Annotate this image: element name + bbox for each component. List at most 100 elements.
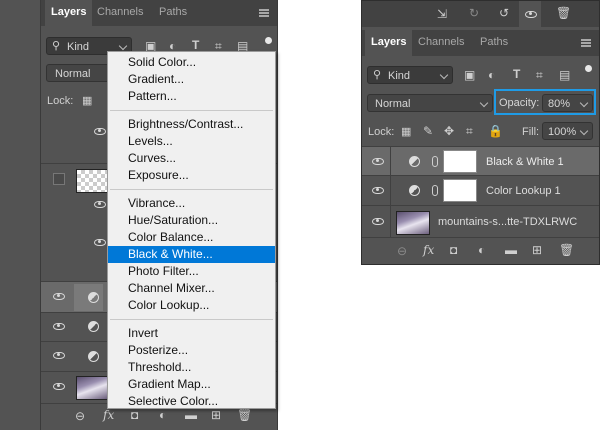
panel-menu-icon[interactable]: [259, 9, 269, 17]
chevron-down-icon: [439, 70, 449, 80]
visibility-eye-icon[interactable]: [94, 239, 106, 246]
adjustment-layer-menu: Solid Color... Gradient... Pattern... Br…: [107, 51, 276, 409]
chevron-down-icon: [118, 41, 128, 51]
link-layers-icon[interactable]: ⊖: [397, 244, 407, 258]
menu-item-gradient[interactable]: Gradient...: [108, 71, 275, 88]
visibility-eye-icon[interactable]: [372, 158, 384, 165]
tab-channels[interactable]: Channels: [412, 30, 470, 56]
fx-icon[interactable]: fx: [423, 243, 434, 257]
visibility-eye-icon[interactable]: [372, 218, 384, 225]
shape-filter-icon[interactable]: ⌗: [536, 68, 543, 82]
layer-comp-icon[interactable]: ⇲: [437, 7, 447, 21]
tab-channels[interactable]: Channels: [91, 0, 149, 26]
kind-filter-select[interactable]: ⚲ Kind: [367, 66, 453, 84]
blend-mode-select[interactable]: Normal: [367, 94, 493, 112]
layer-thumbnail: [76, 376, 108, 400]
lock-label: Lock:: [47, 95, 74, 107]
layer-name[interactable]: mountains-s...tte-TDXLRWC: [438, 216, 577, 228]
add-mask-icon[interactable]: ◘: [450, 243, 457, 257]
search-icon: ⚲: [52, 40, 61, 52]
opacity-highlight-outline: [494, 89, 596, 115]
new-layer-icon[interactable]: ⊞: [211, 408, 221, 422]
type-filter-icon[interactable]: T: [192, 38, 199, 52]
visibility-eye-icon[interactable]: [525, 11, 537, 18]
layer-row-mountains[interactable]: mountains-s...tte-TDXLRWC: [362, 206, 599, 238]
row-divider: [390, 206, 391, 238]
menu-item-selective-color[interactable]: Selective Color...: [108, 393, 275, 410]
visibility-eye-icon[interactable]: [94, 201, 106, 208]
menu-item-channel-mixer[interactable]: Channel Mixer...: [108, 280, 275, 297]
trash-icon[interactable]: 🗑: [556, 6, 571, 20]
new-group-icon[interactable]: ▬: [505, 243, 517, 257]
menu-item-brightness-contrast[interactable]: Brightness/Contrast...: [108, 116, 275, 133]
visibility-eye-icon[interactable]: [53, 383, 65, 390]
tab-layers[interactable]: Layers: [365, 30, 413, 56]
layer-row-black-white[interactable]: Black & White 1: [362, 146, 599, 177]
panel-menu-icon[interactable]: [581, 39, 591, 47]
menu-item-invert[interactable]: Invert: [108, 325, 275, 342]
kind-label: Kind: [67, 41, 90, 53]
type-filter-icon[interactable]: T: [513, 67, 520, 81]
menu-item-solid-color[interactable]: Solid Color...: [108, 54, 275, 71]
chevron-down-icon: [579, 126, 589, 136]
layer-mask-thumbnail: [443, 179, 477, 202]
filter-toggle-icon[interactable]: [265, 37, 272, 44]
lock-all-icon[interactable]: 🔒: [488, 124, 503, 138]
visibility-eye-icon[interactable]: [94, 128, 106, 135]
menu-separator: [110, 189, 273, 190]
menu-item-posterize[interactable]: Posterize...: [108, 342, 275, 359]
pixel-filter-icon[interactable]: ▣: [464, 68, 475, 82]
cycle-icon[interactable]: ↻: [469, 6, 479, 20]
menu-item-black-white[interactable]: Black & White...: [108, 246, 275, 263]
lock-transparent-icon[interactable]: ▦: [401, 125, 411, 139]
fx-icon[interactable]: fx: [103, 408, 114, 422]
layer-name[interactable]: Color Lookup 1: [486, 185, 561, 197]
visibility-empty-box[interactable]: [53, 173, 65, 185]
visibility-eye-icon[interactable]: [53, 352, 65, 359]
menu-item-gradient-map[interactable]: Gradient Map...: [108, 376, 275, 393]
menu-item-vibrance[interactable]: Vibrance...: [108, 195, 275, 212]
link-layers-icon[interactable]: ⊖: [75, 409, 85, 423]
menu-separator: [110, 110, 273, 111]
adjustment-layer-icon: [88, 292, 99, 303]
menu-item-color-lookup[interactable]: Color Lookup...: [108, 297, 275, 314]
add-mask-icon[interactable]: ◘: [131, 408, 138, 422]
tab-layers[interactable]: Layers: [45, 0, 93, 26]
undo-icon[interactable]: ↺: [499, 6, 509, 20]
tab-paths[interactable]: Paths: [474, 30, 514, 56]
menu-item-color-balance[interactable]: Color Balance...: [108, 229, 275, 246]
menu-item-pattern[interactable]: Pattern...: [108, 88, 275, 105]
lock-label: Lock:: [368, 126, 395, 138]
new-layer-icon[interactable]: ⊞: [532, 243, 542, 257]
menu-item-levels[interactable]: Levels...: [108, 133, 275, 150]
layer-name[interactable]: Black & White 1: [486, 156, 564, 168]
menu-item-threshold[interactable]: Threshold...: [108, 359, 275, 376]
fill-field[interactable]: 100%: [542, 122, 593, 140]
layer-row-color-lookup[interactable]: Color Lookup 1: [362, 176, 599, 206]
lock-image-icon[interactable]: ✎: [423, 124, 433, 138]
lock-position-icon[interactable]: ✥: [444, 124, 454, 138]
new-adjustment-layer-icon[interactable]: ◐: [159, 408, 166, 422]
delete-layer-icon[interactable]: 🗑: [559, 243, 574, 257]
lock-transparent-icon[interactable]: ▦: [82, 94, 92, 108]
visibility-eye-icon[interactable]: [53, 323, 65, 330]
lock-artboard-icon[interactable]: ⌗: [466, 124, 473, 138]
menu-item-photo-filter[interactable]: Photo Filter...: [108, 263, 275, 280]
adjustment-layer-icon: [409, 156, 420, 167]
smart-object-filter-icon[interactable]: ▤: [559, 68, 570, 82]
new-adjustment-layer-icon[interactable]: ◐: [478, 243, 485, 257]
adjustment-layer-icon: [88, 351, 99, 362]
adjustment-layer-icon: [88, 321, 99, 332]
menu-separator: [110, 319, 273, 320]
adjustment-filter-icon[interactable]: ◐: [488, 68, 495, 82]
menu-item-exposure[interactable]: Exposure...: [108, 167, 275, 184]
menu-item-curves[interactable]: Curves...: [108, 150, 275, 167]
adjustment-layer-icon: [409, 185, 420, 196]
tab-paths[interactable]: Paths: [153, 0, 193, 26]
visibility-eye-icon[interactable]: [372, 187, 384, 194]
new-group-icon[interactable]: ▬: [185, 408, 197, 422]
menu-item-hue-saturation[interactable]: Hue/Saturation...: [108, 212, 275, 229]
visibility-eye-icon[interactable]: [53, 293, 65, 300]
filter-toggle-icon[interactable]: [585, 65, 592, 72]
delete-layer-icon[interactable]: 🗑: [237, 408, 252, 422]
